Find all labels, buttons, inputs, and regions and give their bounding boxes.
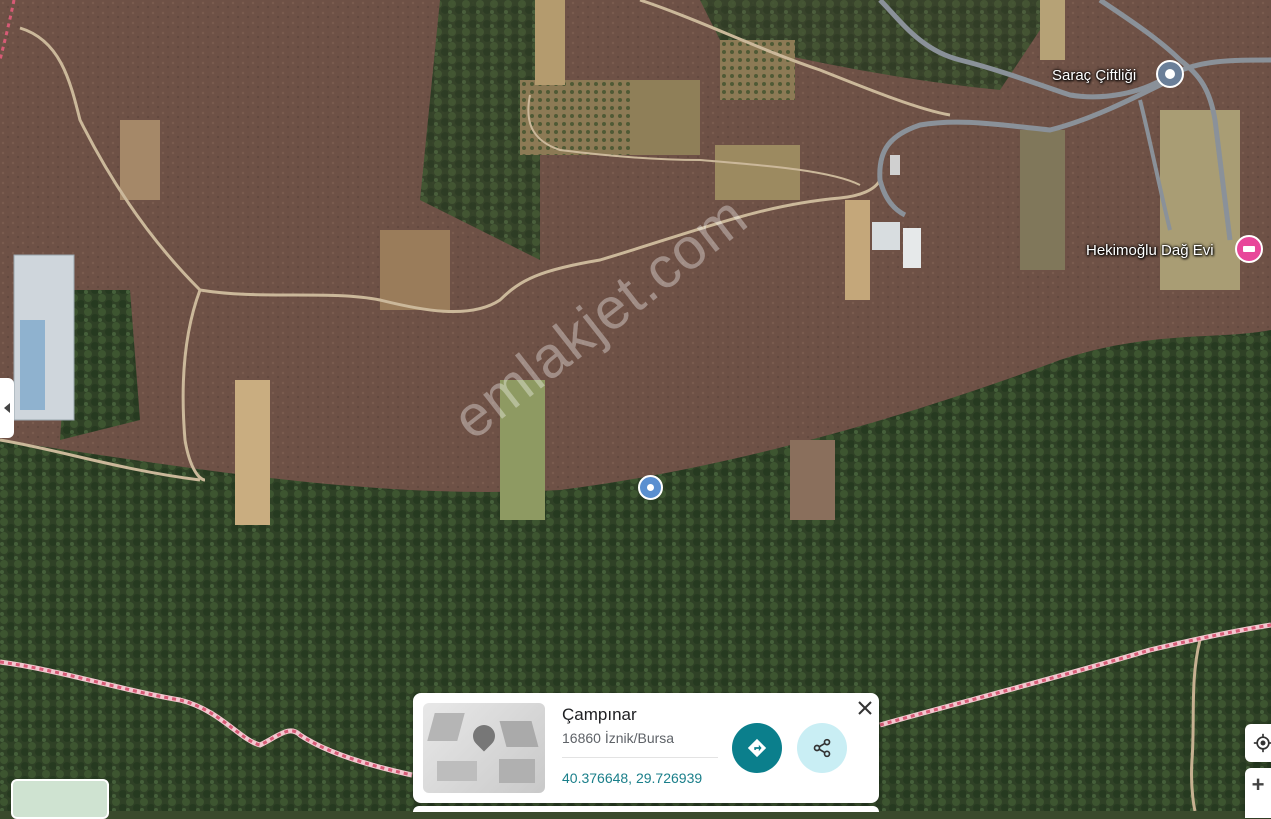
my-location-icon <box>1253 733 1271 753</box>
place-title: Çampınar <box>562 705 637 724</box>
field-parcel <box>1040 0 1065 60</box>
card-divider <box>562 757 718 758</box>
next-card-edge <box>413 806 879 812</box>
directions-icon <box>747 738 767 758</box>
satellite-map[interactable] <box>0 0 1271 811</box>
field-parcel <box>120 120 160 200</box>
layer-switch-thumbnail[interactable] <box>11 779 109 819</box>
thumbnail-block <box>427 713 465 741</box>
share-icon <box>813 738 831 758</box>
thumbnail-block <box>499 759 535 783</box>
building <box>903 228 921 268</box>
thumbnail-block <box>499 721 539 747</box>
place-card: Çampınar 16860 İznik/Bursa 40.376648, 29… <box>413 693 879 803</box>
building <box>890 155 900 175</box>
field-parcel <box>715 145 800 200</box>
place-coordinates[interactable]: 40.376648, 29.726939 <box>562 770 702 786</box>
field-parcel <box>790 440 835 520</box>
pin-dot <box>647 484 654 491</box>
my-location-button[interactable] <box>1245 724 1271 762</box>
chevron-left-icon <box>4 403 10 413</box>
field-parcel <box>1160 110 1240 290</box>
place-pin-icon[interactable] <box>1156 60 1184 88</box>
field-parcel <box>1020 130 1065 270</box>
directions-button[interactable] <box>732 723 782 773</box>
close-button[interactable] <box>854 697 876 719</box>
building <box>872 222 900 250</box>
field-parcel <box>845 200 870 300</box>
thumbnail-pin-icon <box>468 720 500 752</box>
place-thumbnail[interactable] <box>423 703 545 793</box>
poi-label-hekimoglu[interactable]: Hekimoğlu Dağ Evi <box>1086 242 1214 259</box>
poi-label-sarac[interactable]: Saraç Çiftliği <box>1052 67 1136 84</box>
place-address: 16860 İznik/Bursa <box>562 730 675 746</box>
building <box>20 320 45 410</box>
location-pin-icon[interactable] <box>638 475 663 500</box>
thumbnail-block <box>437 761 477 781</box>
field-parcel <box>235 380 270 525</box>
field-parcel <box>630 80 700 155</box>
hotel-bed-icon[interactable] <box>1235 235 1263 263</box>
collapse-panel-button[interactable] <box>0 378 14 438</box>
close-icon <box>858 701 872 715</box>
share-button[interactable] <box>797 723 847 773</box>
field-parcel <box>720 40 795 100</box>
field-parcel <box>380 230 450 310</box>
field-parcel <box>520 80 630 155</box>
zoom-in-label: + <box>1251 772 1265 797</box>
field-parcel <box>535 0 565 85</box>
